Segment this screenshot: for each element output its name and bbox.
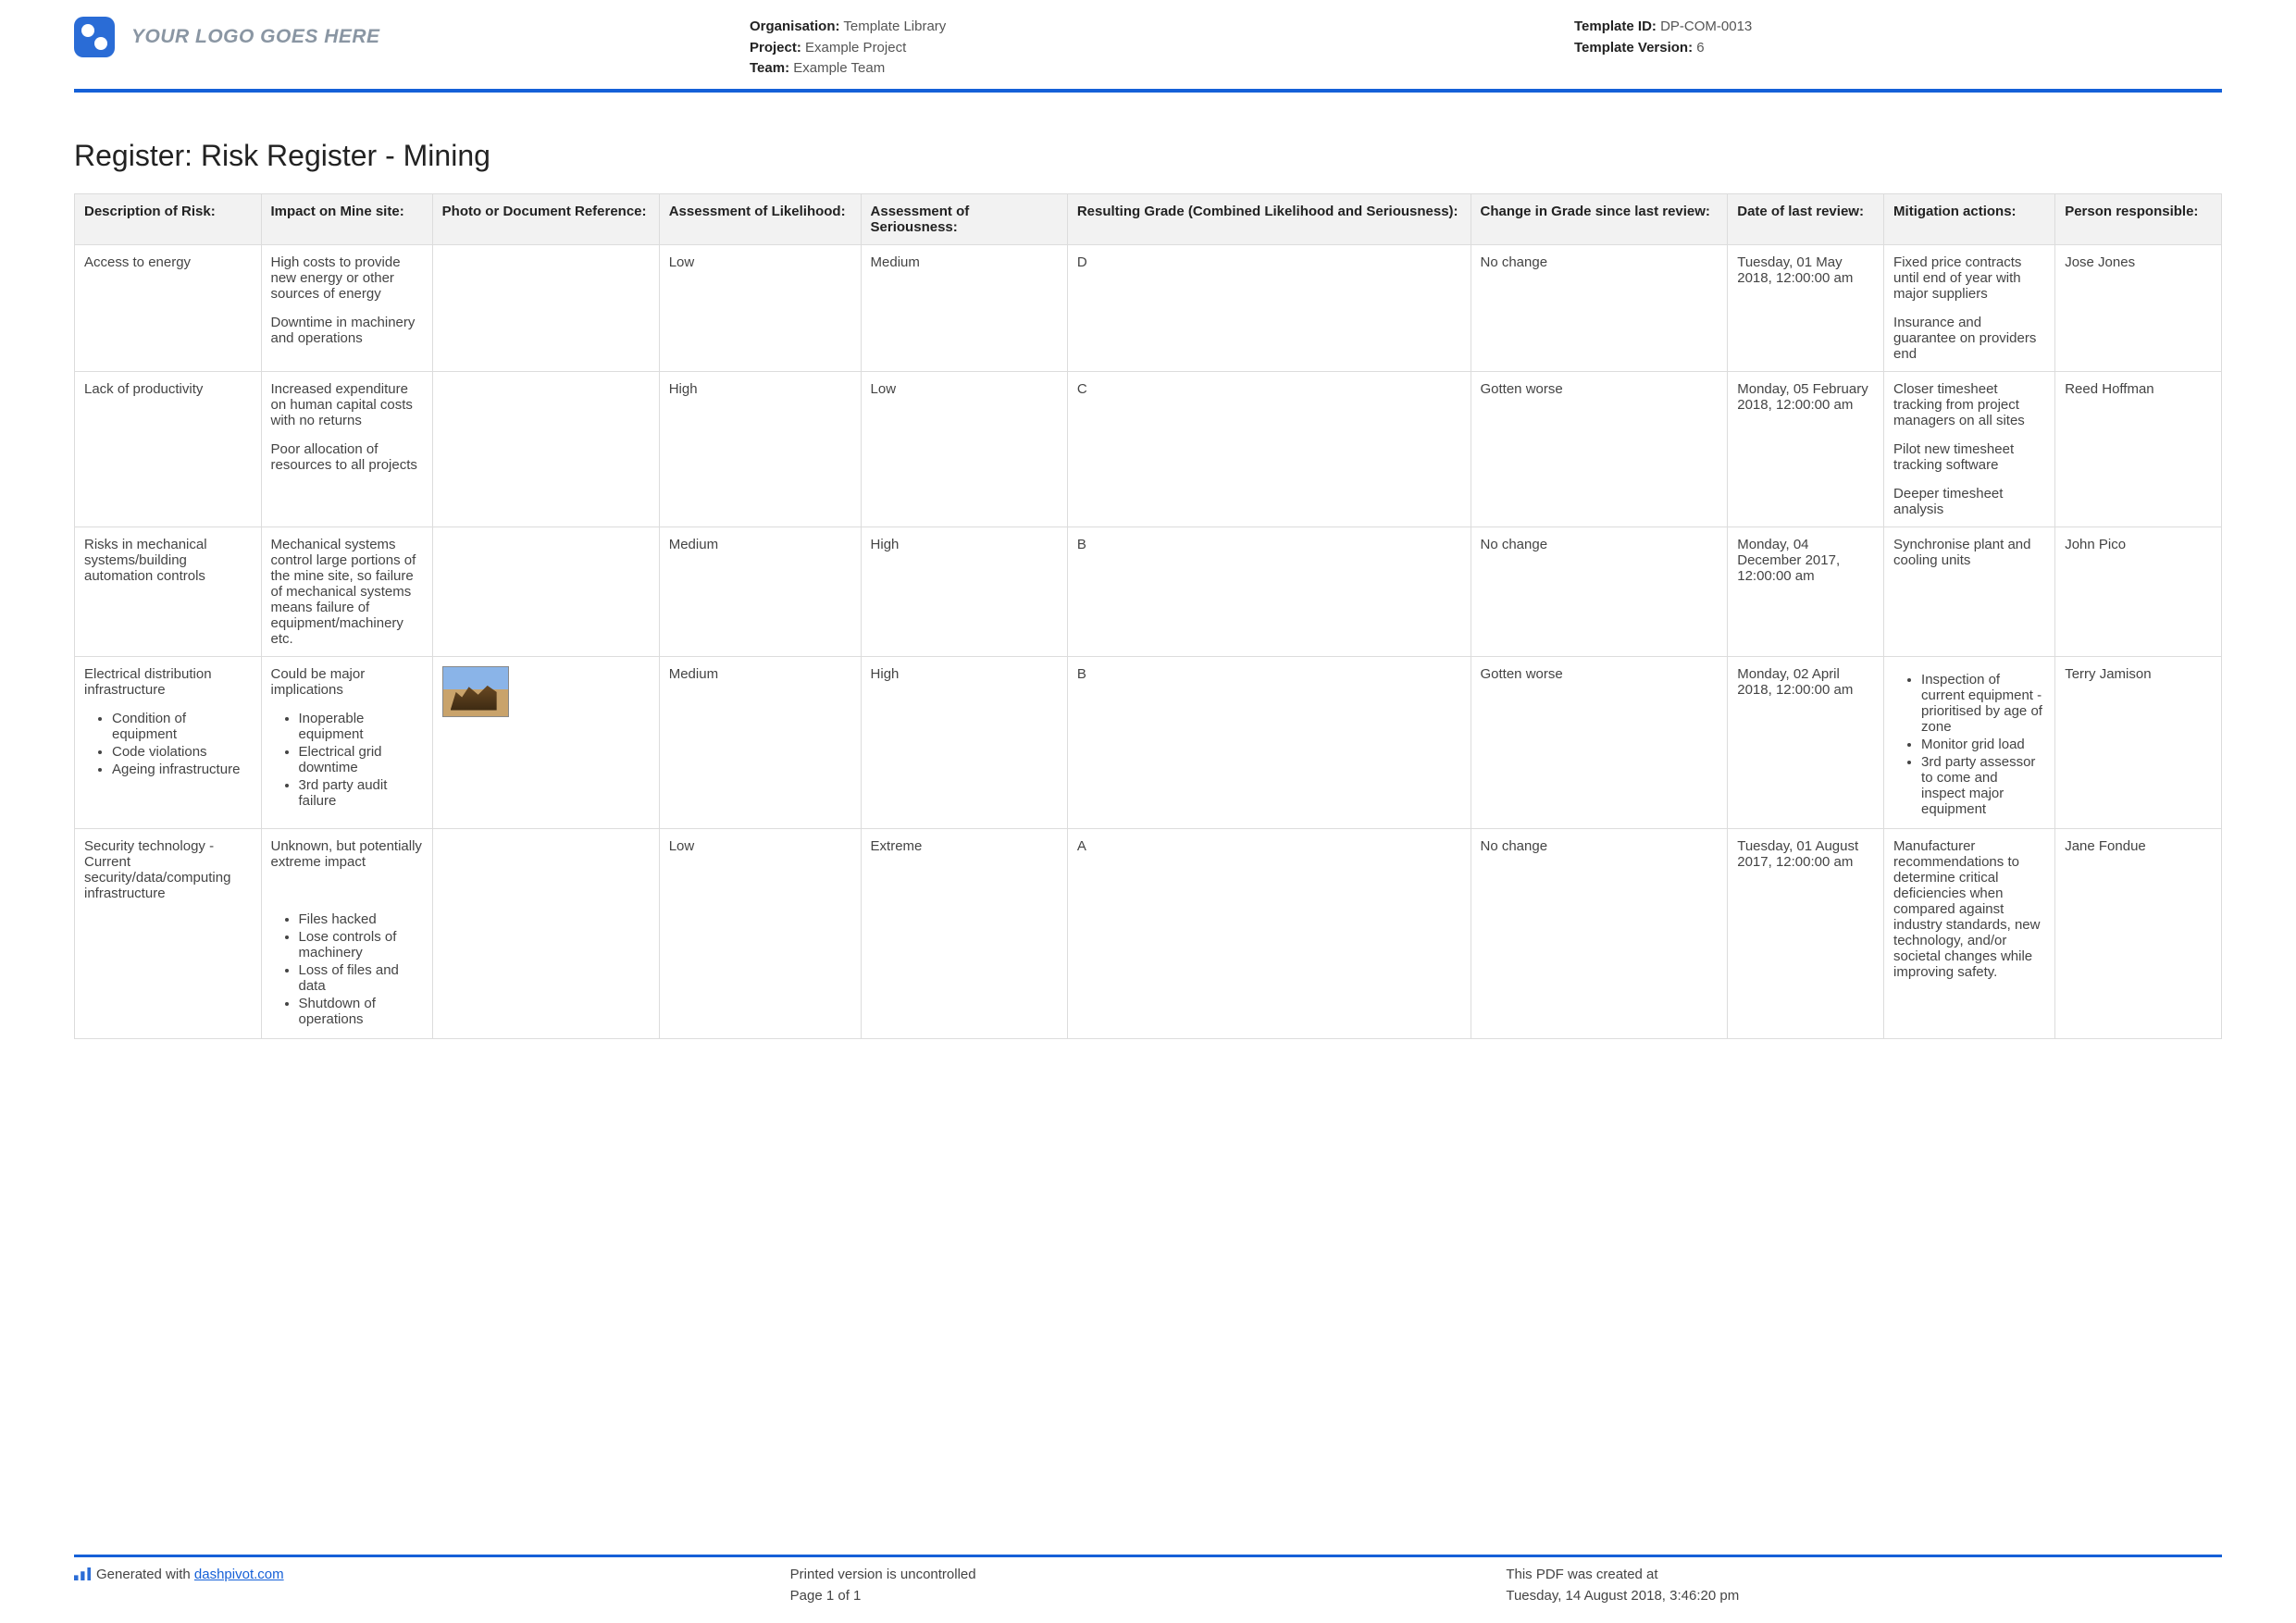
table-cell: Closer timesheet tracking from project m… xyxy=(1884,371,2055,527)
table-cell xyxy=(432,371,659,527)
project-value: Example Project xyxy=(805,40,906,56)
table-cell: Low xyxy=(659,828,861,1038)
col-header: Description of Risk: xyxy=(75,193,262,244)
table-row: Lack of productivityIncreased expenditur… xyxy=(75,371,2222,527)
table-cell: High xyxy=(659,371,861,527)
col-header: Impact on Mine site: xyxy=(261,193,432,244)
table-cell: High xyxy=(861,656,1067,828)
team-value: Example Team xyxy=(793,60,885,76)
risk-table: Description of Risk:Impact on Mine site:… xyxy=(74,193,2222,1039)
org-value: Template Library xyxy=(843,19,946,34)
table-cell: Jose Jones xyxy=(2055,244,2222,371)
tid-value: DP-COM-0013 xyxy=(1660,19,1752,34)
table-cell: Tuesday, 01 August 2017, 12:00:00 am xyxy=(1728,828,1884,1038)
table-cell: Medium xyxy=(861,244,1067,371)
col-header: Mitigation actions: xyxy=(1884,193,2055,244)
generated-prefix: Generated with xyxy=(96,1567,194,1582)
footer-left: Generated with dashpivot.com xyxy=(74,1565,790,1606)
table-row: Risks in mechanical systems/building aut… xyxy=(75,527,2222,656)
page-of: Page 1 of 1 xyxy=(790,1586,1507,1607)
table-cell: Medium xyxy=(659,656,861,828)
col-header: Resulting Grade (Combined Likelihood and… xyxy=(1067,193,1471,244)
dashpivot-link[interactable]: dashpivot.com xyxy=(194,1567,284,1582)
table-cell: Low xyxy=(659,244,861,371)
table-cell: Lack of productivity xyxy=(75,371,262,527)
col-header: Change in Grade since last review: xyxy=(1471,193,1728,244)
table-cell: Gotten worse xyxy=(1471,371,1728,527)
table-cell: High xyxy=(861,527,1067,656)
table-cell: C xyxy=(1067,371,1471,527)
table-head: Description of Risk:Impact on Mine site:… xyxy=(75,193,2222,244)
table-cell: Access to energy xyxy=(75,244,262,371)
table-cell: Monday, 04 December 2017, 12:00:00 am xyxy=(1728,527,1884,656)
table-cell: B xyxy=(1067,656,1471,828)
table-row: Security technology - Current security/d… xyxy=(75,828,2222,1038)
org-label: Organisation: xyxy=(750,19,840,34)
created-at-value: Tuesday, 14 August 2018, 3:46:20 pm xyxy=(1506,1586,2222,1607)
uncontrolled-note: Printed version is uncontrolled xyxy=(790,1565,1507,1586)
table-cell: Inspection of current equipment - priori… xyxy=(1884,656,2055,828)
col-header: Assessment of Seriousness: xyxy=(861,193,1067,244)
photo-thumb xyxy=(442,666,509,717)
table-cell: No change xyxy=(1471,828,1728,1038)
col-header: Date of last review: xyxy=(1728,193,1884,244)
table-cell: High costs to provide new energy or othe… xyxy=(261,244,432,371)
table-cell: No change xyxy=(1471,527,1728,656)
logo-text: YOUR LOGO GOES HERE xyxy=(131,26,380,48)
logo-icon xyxy=(74,17,115,57)
table-cell: Gotten worse xyxy=(1471,656,1728,828)
table-cell: Medium xyxy=(659,527,861,656)
logo-block: YOUR LOGO GOES HERE xyxy=(74,17,750,57)
table-cell xyxy=(432,828,659,1038)
project-label: Project: xyxy=(750,40,801,56)
doc-footer: Generated with dashpivot.com Printed ver… xyxy=(74,1555,2222,1606)
table-row: Electrical distribution infrastructureCo… xyxy=(75,656,2222,828)
table-cell: A xyxy=(1067,828,1471,1038)
table-cell: Unknown, but potentially extreme impact … xyxy=(261,828,432,1038)
table-cell: D xyxy=(1067,244,1471,371)
table-cell: Extreme xyxy=(861,828,1067,1038)
table-cell xyxy=(432,244,659,371)
col-header: Assessment of Likelihood: xyxy=(659,193,861,244)
team-label: Team: xyxy=(750,60,789,76)
chart-icon xyxy=(74,1567,91,1580)
created-at-label: This PDF was created at xyxy=(1506,1565,2222,1586)
table-cell xyxy=(432,527,659,656)
table-cell: Fixed price contracts until end of year … xyxy=(1884,244,2055,371)
table-cell: John Pico xyxy=(2055,527,2222,656)
table-cell: Mechanical systems control large portion… xyxy=(261,527,432,656)
table-cell: Synchronise plant and cooling units xyxy=(1884,527,2055,656)
table-row: Access to energyHigh costs to provide ne… xyxy=(75,244,2222,371)
table-cell: Reed Hoffman xyxy=(2055,371,2222,527)
table-cell: Manufacturer recommendations to determin… xyxy=(1884,828,2055,1038)
footer-mid: Printed version is uncontrolled Page 1 o… xyxy=(790,1565,1507,1606)
table-cell: Risks in mechanical systems/building aut… xyxy=(75,527,262,656)
table-body: Access to energyHigh costs to provide ne… xyxy=(75,244,2222,1038)
footer-right: This PDF was created at Tuesday, 14 Augu… xyxy=(1506,1565,2222,1606)
doc-header: YOUR LOGO GOES HERE Organisation: Templa… xyxy=(74,17,2222,93)
table-cell: Increased expenditure on human capital c… xyxy=(261,371,432,527)
meta-left: Organisation: Template Library Project: … xyxy=(750,17,1574,80)
table-cell: Monday, 02 April 2018, 12:00:00 am xyxy=(1728,656,1884,828)
col-header: Person responsible: xyxy=(2055,193,2222,244)
table-cell: Electrical distribution infrastructureCo… xyxy=(75,656,262,828)
table-cell: B xyxy=(1067,527,1471,656)
table-cell: Jane Fondue xyxy=(2055,828,2222,1038)
page-title: Register: Risk Register - Mining xyxy=(74,139,2222,173)
table-cell xyxy=(432,656,659,828)
table-cell: Could be major implicationsInoperable eq… xyxy=(261,656,432,828)
table-cell: Security technology - Current security/d… xyxy=(75,828,262,1038)
table-cell: Low xyxy=(861,371,1067,527)
col-header: Photo or Document Reference: xyxy=(432,193,659,244)
tver-value: 6 xyxy=(1696,40,1704,56)
table-cell: Tuesday, 01 May 2018, 12:00:00 am xyxy=(1728,244,1884,371)
table-cell: Terry Jamison xyxy=(2055,656,2222,828)
tver-label: Template Version: xyxy=(1574,40,1693,56)
table-cell: No change xyxy=(1471,244,1728,371)
page: YOUR LOGO GOES HERE Organisation: Templa… xyxy=(0,0,2296,1623)
table-cell: Monday, 05 February 2018, 12:00:00 am xyxy=(1728,371,1884,527)
meta-right: Template ID: DP-COM-0013 Template Versio… xyxy=(1574,17,2222,58)
tid-label: Template ID: xyxy=(1574,19,1657,34)
